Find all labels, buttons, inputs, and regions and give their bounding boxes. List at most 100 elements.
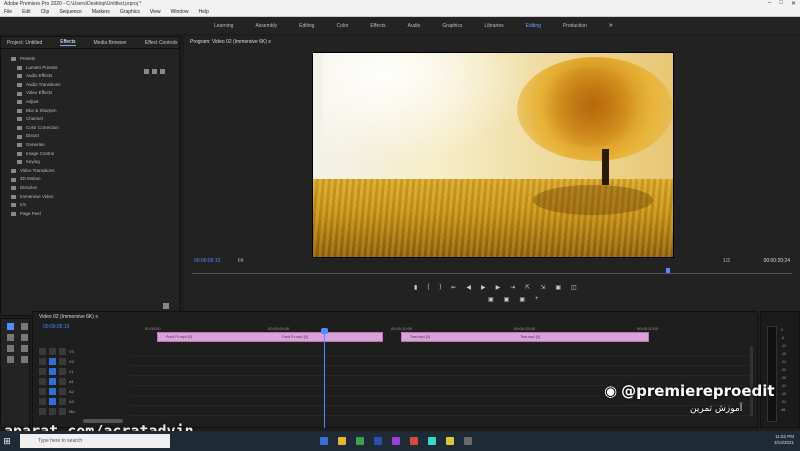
track-eye-icon[interactable] [59,377,66,385]
menu-item-file[interactable]: File [4,9,12,15]
new-bin-icon[interactable] [163,303,169,309]
track-lock-icon[interactable] [39,347,46,355]
taskbar-search-input[interactable]: Type here to search [20,434,170,448]
track-eye-icon[interactable] [59,397,66,405]
workspace-tab-graphics[interactable]: Graphics [442,23,462,29]
menu-item-clip[interactable]: Clip [41,9,50,15]
effects-tree-item[interactable]: Distort [11,132,179,141]
task-view-icon[interactable] [320,437,328,445]
menu-item-edit[interactable]: Edit [22,9,31,15]
comparison-view-icon[interactable]: ◫ [571,284,577,291]
track-target-icon[interactable] [49,397,56,405]
track-eye-icon[interactable] [59,347,66,355]
notes-icon[interactable] [446,437,454,445]
go-to-out-icon[interactable]: ⇥ [510,284,515,291]
overwrite-icon[interactable]: ⇲ [540,284,545,291]
slip-tool-icon[interactable] [7,345,14,352]
menu-item-help[interactable]: Help [198,9,208,15]
maximize-icon[interactable]: □ [779,0,783,7]
lift-icon[interactable]: ▣ [488,296,494,303]
add-marker-icon[interactable]: ▮ [414,284,417,291]
32bit-effects-icon[interactable] [152,69,157,74]
track-target-icon[interactable] [49,407,56,415]
effects-tree-item[interactable]: Image Control [11,150,179,159]
track-eye-icon[interactable] [59,367,66,375]
timeline-timecode[interactable]: 00:00:05:10 [43,324,69,330]
chrome-icon[interactable] [410,437,418,445]
track-target-icon[interactable] [49,377,56,385]
extract-icon[interactable]: ▣ [504,296,510,303]
track-target-icon[interactable] [49,347,56,355]
step-back-icon[interactable]: ◀ [466,284,471,291]
mark-in-icon[interactable]: { [427,284,429,291]
timeline-vertical-scrollbar[interactable] [750,346,753,416]
mark-out-icon[interactable]: } [439,284,441,291]
menu-item-sequence[interactable]: Sequence [59,9,82,15]
minimize-icon[interactable]: – [768,0,771,7]
menu-item-view[interactable]: View [150,9,161,15]
effects-tree-item[interactable]: Color Correction [11,124,179,133]
effects-tree-item[interactable]: Adjust [11,98,179,107]
settings-icon[interactable] [464,437,472,445]
workspace-tab-editing[interactable]: Editing [299,23,314,29]
effects-tree-item[interactable]: Dissolve [11,184,179,193]
track-eye-icon[interactable] [59,387,66,395]
workspace-overflow-icon[interactable]: » [609,22,613,29]
selection-tool-icon[interactable] [7,323,14,330]
zoom-select[interactable]: Fit [238,258,244,264]
workspace-tab-libraries[interactable]: Libraries [484,23,503,29]
effects-tree-item[interactable]: Immersive Video [11,193,179,202]
track-target-icon[interactable] [49,387,56,395]
effects-tree-item[interactable]: Iris [11,201,179,210]
effects-tree-item[interactable]: Page Peel [11,210,179,219]
go-to-in-icon[interactable]: ⇤ [451,284,456,291]
timeline-clip[interactable]: Pond Fx.mp4 [V] Pond Fx.mp4 [V] [157,332,383,342]
store-icon[interactable] [356,437,364,445]
monitor-scrubber[interactable] [192,273,792,274]
workspace-tab-learning[interactable]: Learning [214,23,233,29]
play-icon[interactable]: ▶ [481,284,486,291]
track-lock-icon[interactable] [39,367,46,375]
effects-tree-item[interactable]: Keying [11,158,179,167]
ripple-edit-tool-icon[interactable] [7,334,14,341]
effects-tree-item[interactable]: 3D Motion [11,175,179,184]
file-explorer-icon[interactable] [338,437,346,445]
effects-tree-item[interactable]: Blur & Sharpen [11,107,179,116]
system-tray-clock[interactable]: 11:52 PM 3/13/2021 [774,434,794,446]
track-select-tool-icon[interactable] [21,323,28,330]
premiere-pro-icon[interactable] [374,437,382,445]
insert-icon[interactable]: ⇱ [525,284,530,291]
after-effects-icon[interactable] [392,437,400,445]
pen-tool-icon[interactable] [21,345,28,352]
effects-tree-item[interactable]: Video Effects [11,89,179,98]
menu-item-graphics[interactable]: Graphics [120,9,140,15]
monitor-playhead[interactable] [666,268,670,273]
tab-effect-controls[interactable]: Effect Controls [145,40,178,46]
hand-tool-icon[interactable] [7,356,14,363]
close-icon[interactable]: ✕ [791,0,796,7]
track-lock-icon[interactable] [39,397,46,405]
camera-icon[interactable]: ▣ [519,296,525,303]
track-target-icon[interactable] [49,367,56,375]
effects-tree-item[interactable]: Channel [11,115,179,124]
track-eye-icon[interactable] [59,357,66,365]
menu-item-markers[interactable]: Markers [92,9,110,15]
effects-tree-item[interactable]: Video Transitions [11,167,179,176]
windows-start-icon[interactable]: ⊞ [0,431,14,451]
track-lock-icon[interactable] [39,407,46,415]
track-lock-icon[interactable] [39,377,46,385]
track-lock-icon[interactable] [39,387,46,395]
workspace-tab-production[interactable]: Production [563,23,587,29]
workspace-tab-assembly[interactable]: Assembly [255,23,277,29]
tab-effects[interactable]: Effects [60,39,76,46]
type-tool-icon[interactable] [21,356,28,363]
effects-tree-item[interactable]: Generate [11,141,179,150]
yuv-effects-icon[interactable] [160,69,165,74]
tab-media-browser[interactable]: Media Browser [94,40,127,46]
timeline-clip[interactable]: Tree.mp4 [V] Tree.mp4 [V] [401,332,649,342]
track-eye-icon[interactable] [59,407,66,415]
effects-tree-item[interactable]: Audio Transitions [11,81,179,90]
workspace-tab-effects[interactable]: Effects [370,23,385,29]
workspace-tab-audio[interactable]: Audio [408,23,421,29]
export-frame-icon[interactable]: ▣ [555,284,561,291]
